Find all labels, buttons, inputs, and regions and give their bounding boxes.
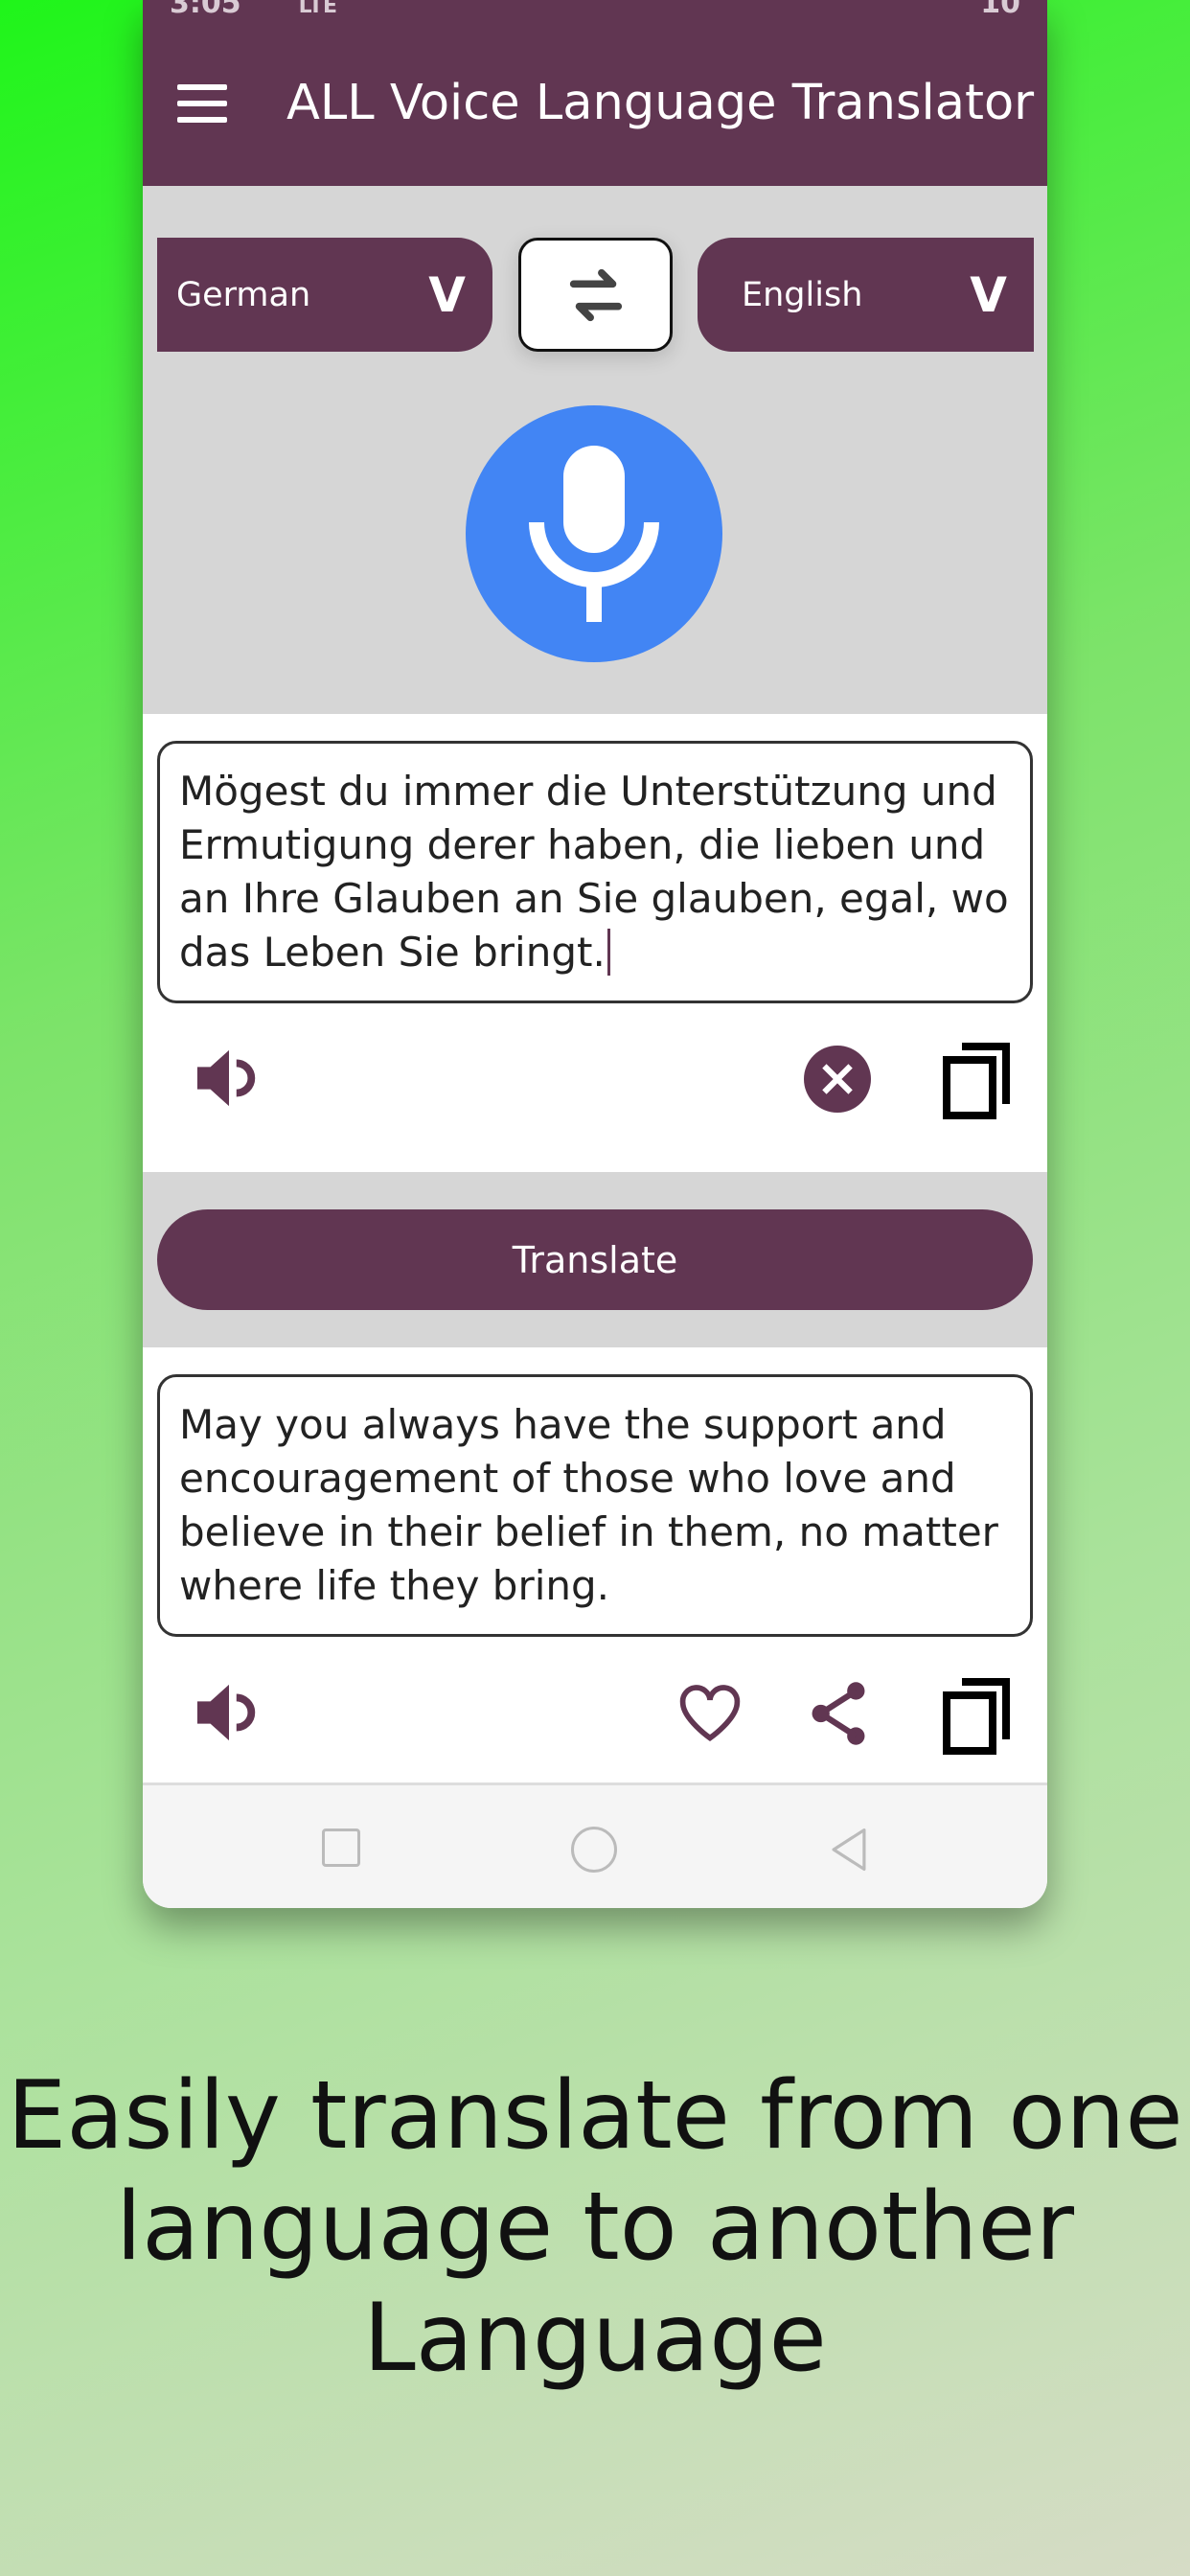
hamburger-icon[interactable] (177, 84, 227, 123)
share-button[interactable] (804, 1679, 873, 1748)
source-language-label: German (176, 275, 311, 314)
speaker-icon (196, 1684, 256, 1741)
microphone-button[interactable] (466, 405, 722, 662)
target-language-select[interactable]: English V (698, 238, 1034, 352)
copy-translation-button[interactable] (938, 1675, 1015, 1756)
heart-icon (679, 1685, 741, 1741)
language-panel: German V English V (143, 186, 1047, 714)
status-bar: 3:05 LTE 10 (170, 0, 1020, 20)
promo-caption: Easily translate from one language to an… (7, 2061, 1183, 2393)
source-text-input[interactable]: Mögest du immer die Unterstützung und Er… (157, 741, 1033, 1003)
app-bar: 3:05 LTE 10 ALL Voice Language Translato… (143, 0, 1047, 186)
close-icon (822, 1064, 853, 1094)
recents-icon[interactable] (322, 1828, 360, 1867)
swap-languages-button[interactable] (518, 238, 673, 352)
phone-frame: 3:05 LTE 10 ALL Voice Language Translato… (143, 0, 1047, 1908)
network-type: LTE (298, 0, 338, 18)
translate-button[interactable]: Translate (157, 1209, 1033, 1310)
clear-text-button[interactable] (804, 1046, 871, 1113)
source-text: Mögest du immer die Unterstützung und Er… (179, 768, 1009, 976)
share-icon (812, 1682, 865, 1745)
speaker-icon (196, 1049, 256, 1107)
battery-level: 10 (980, 0, 1020, 20)
target-language-label: English (742, 275, 863, 314)
system-nav-bar (143, 1782, 1047, 1908)
status-time: 3:05 (170, 0, 241, 20)
app-title: ALL Voice Language Translator (286, 75, 1035, 131)
favorite-button[interactable] (675, 1679, 744, 1748)
speak-source-button[interactable] (191, 1045, 267, 1112)
translated-text-output: May you always have the support and enco… (157, 1374, 1033, 1637)
translate-panel: Translate (143, 1172, 1047, 1347)
source-language-select[interactable]: German V (157, 238, 492, 352)
swap-arrows-icon (569, 268, 622, 321)
chevron-down-icon: V (970, 266, 1007, 323)
copy-icon (943, 1678, 1010, 1755)
translated-text: May you always have the support and enco… (179, 1401, 998, 1609)
back-icon[interactable] (825, 1824, 873, 1875)
speak-translation-button[interactable] (191, 1679, 267, 1746)
microphone-icon (529, 446, 659, 622)
copy-source-button[interactable] (938, 1040, 1015, 1120)
chevron-down-icon: V (428, 266, 466, 323)
status-left: 3:05 LTE (170, 0, 337, 20)
copy-icon (943, 1043, 1010, 1119)
home-icon[interactable] (571, 1827, 617, 1873)
